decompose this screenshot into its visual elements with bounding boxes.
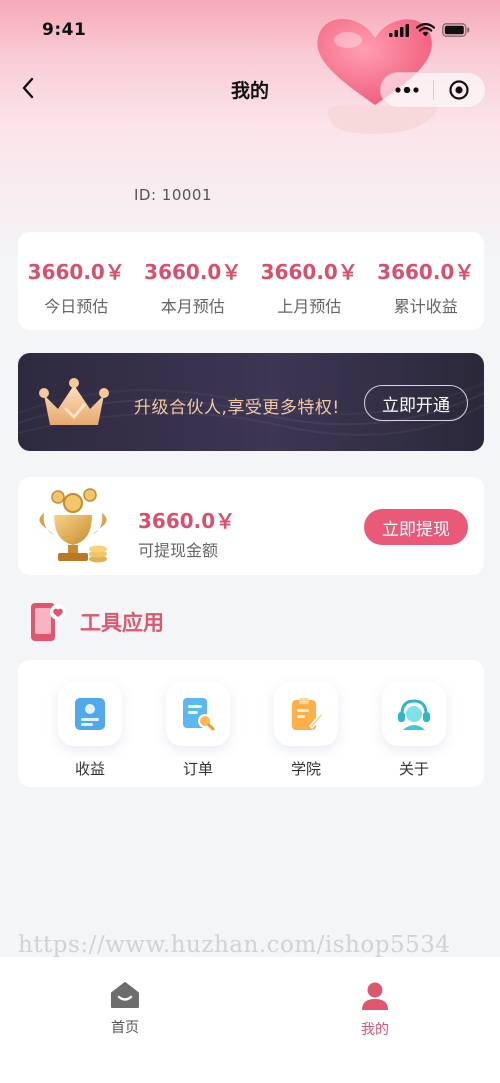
tools-section-header: 工具应用 [28,600,164,644]
tool-label: 收益 [74,760,105,778]
close-miniprogram-button[interactable] [434,73,486,107]
earnings-stats-card: 3660.0￥ 今日预估 3660.0￥ 本月预估 3660.0￥ 上月预估 3… [18,232,484,330]
stat-this-month[interactable]: 3660.0￥ 本月预估 [135,232,252,330]
tool-orders[interactable]: 订单 [166,682,230,779]
activate-partner-button[interactable]: 立即开通 [364,385,468,421]
target-circle-icon [449,80,469,100]
stat-value: 3660.0￥ [260,260,358,284]
tab-mine[interactable]: 我的 [250,957,500,1083]
stat-value: 3660.0￥ [377,260,475,284]
tool-icon-tile [274,682,338,746]
withdraw-button[interactable]: 立即提现 [364,509,468,545]
miniprogram-capsule [380,72,486,108]
promo-text: 升级合伙人,享受更多特权! [134,398,340,418]
withdraw-card: 3660.0￥ 可提现金额 立即提现 [18,477,484,575]
status-time: 9:41 [42,20,87,40]
watermark-text: https://www.huzhan.com/ishop5534 [18,932,451,958]
stat-label: 累计收益 [393,297,458,316]
stat-value: 3660.0￥ [27,260,125,284]
tool-icon-tile [58,682,122,746]
crown-icon [39,378,109,425]
stat-label: 上月预估 [277,297,342,316]
tool-about[interactable]: 关于 [382,682,446,779]
user-id: ID: 10001 [134,186,213,204]
tab-home[interactable]: 首页 [0,957,250,1083]
stat-value: 3660.0￥ [144,260,242,284]
section-title: 工具应用 [80,611,164,635]
bottom-tab-bar: 首页 我的 [0,957,500,1083]
signal-icon [389,23,409,37]
stat-today[interactable]: 3660.0￥ 今日预估 [18,232,135,330]
tool-label: 关于 [398,760,429,778]
order-search-icon [183,698,215,731]
earnings-icon [75,698,105,730]
tools-grid-card: 收益 订单 学院 关于 [18,660,484,787]
tab-label: 首页 [111,1020,139,1036]
tool-icon-tile [382,682,446,746]
tool-academy[interactable]: 学院 [274,682,338,779]
support-headset-icon [398,699,430,730]
profile-icon [362,982,388,1010]
status-icons [389,23,470,37]
more-dots-icon [395,87,419,93]
clipboard-pen-icon [292,698,324,730]
wifi-icon [416,23,435,37]
partner-upgrade-banner: 升级合伙人,享受更多特权! 立即开通 [18,353,484,451]
tool-label: 学院 [290,760,321,778]
home-icon [111,982,139,1008]
tool-earnings[interactable]: 收益 [58,682,122,779]
tool-icon-tile [166,682,230,746]
stat-label: 今日预估 [44,297,109,316]
navigation-bar: 我的 [0,60,500,116]
tab-label: 我的 [361,1022,389,1038]
stat-label: 本月预估 [160,297,225,316]
more-button[interactable] [381,73,433,107]
withdrawable-label: 可提现金额 [138,541,219,560]
phone-heart-icon [31,603,66,641]
status-bar: 9:41 [0,0,500,60]
battery-icon [442,23,470,37]
stat-last-month[interactable]: 3660.0￥ 上月预估 [251,232,368,330]
stat-total[interactable]: 3660.0￥ 累计收益 [368,232,485,330]
trophy-icon [39,488,107,563]
tool-label: 订单 [182,760,213,778]
withdrawable-amount: 3660.0￥ [138,509,236,533]
